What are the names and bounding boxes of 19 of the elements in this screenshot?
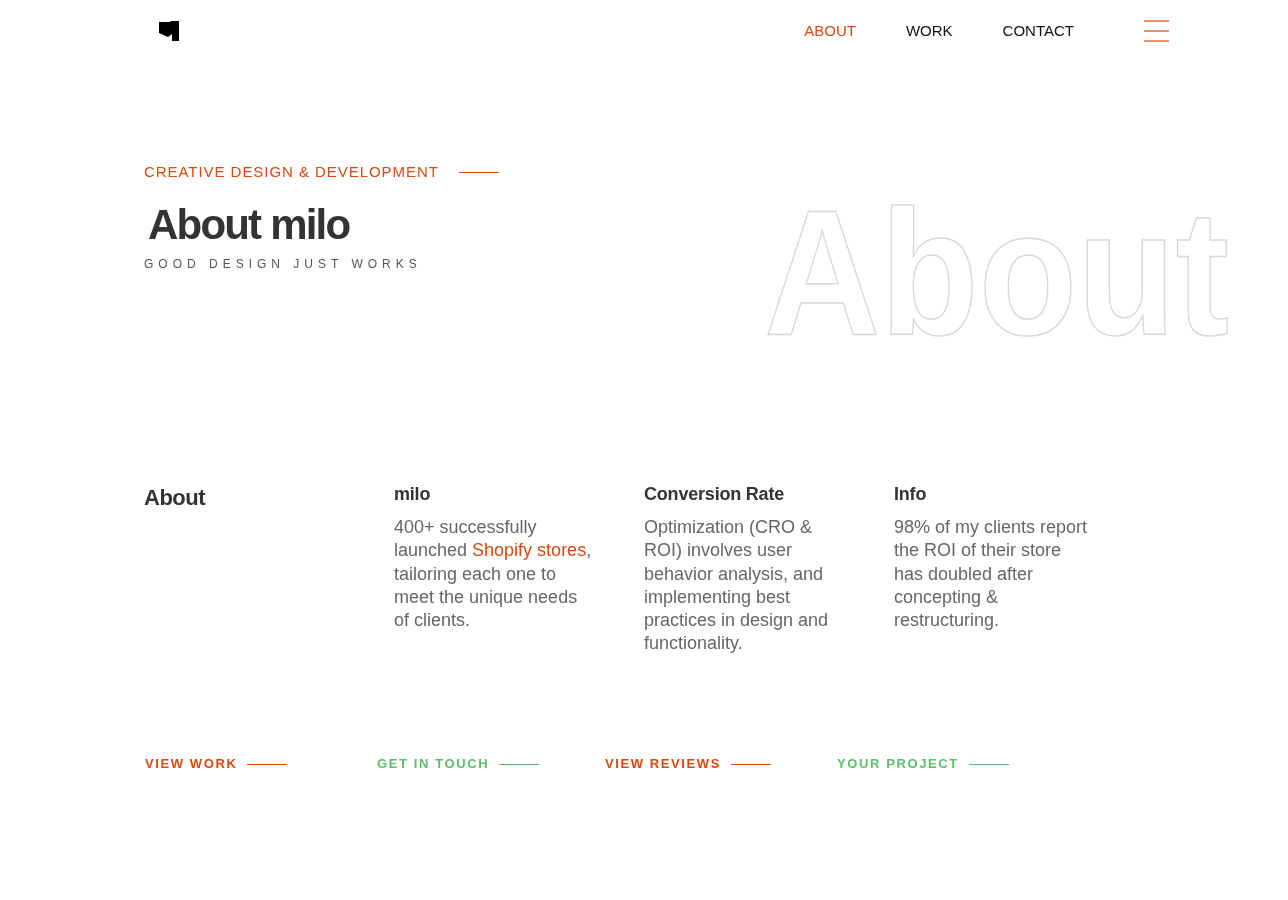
tagline: GOOD DESIGN JUST WORKS: [144, 257, 423, 271]
cta-link[interactable]: GET IN TOUCH: [377, 756, 540, 772]
column-text: 98% of my clients report the ROI of their store has doubled after concepting & restructuring.: [894, 516, 1089, 633]
cta-link[interactable]: VIEW REVIEWS: [605, 756, 771, 772]
nav-link[interactable]: CONTACT: [1002, 22, 1074, 40]
column-title: Info: [894, 483, 927, 505]
page-title: About milo: [148, 201, 351, 249]
column-text: 400+ successfully launched Shopify stores, tailoring each one to meet the unique needs of clients.: [394, 516, 593, 633]
logo-icon[interactable]: [159, 21, 179, 41]
nav-link[interactable]: ABOUT: [804, 22, 856, 40]
cta-link[interactable]: VIEW WORK: [145, 756, 288, 772]
nav-link[interactable]: WORK: [905, 22, 953, 40]
column-text: Optimization (CRO & ROI) involves user behavior analysis, and implementing best practices in design and functionality.: [644, 516, 830, 656]
inline-link[interactable]: Shopify stores: [472, 540, 587, 561]
column-title: Conversion Rate: [644, 483, 785, 505]
eyebrow-text: CREATIVE DESIGN & DEVELOPMENT: [144, 163, 439, 181]
column-title: milo: [394, 483, 431, 505]
section-heading: About: [144, 485, 206, 511]
cta-link[interactable]: YOUR PROJECT: [837, 756, 1009, 772]
